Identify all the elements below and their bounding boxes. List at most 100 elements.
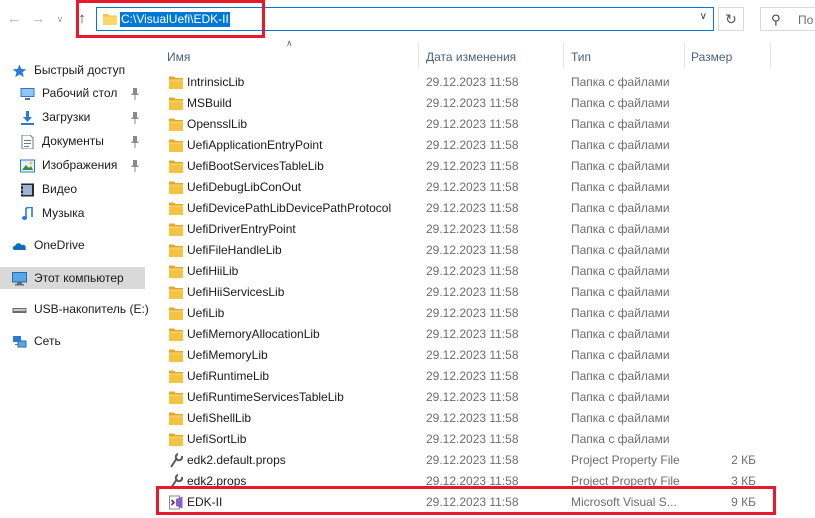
file-date: 29.12.2023 11:58 — [426, 222, 519, 236]
column-divider[interactable] — [684, 42, 685, 68]
folder-icon — [169, 285, 183, 300]
refresh-button[interactable]: ↻ — [718, 7, 744, 31]
folder-row[interactable]: UefiRuntimeServicesTableLib 29.12.2023 11… — [158, 387, 758, 408]
file-size: 9 КБ — [731, 495, 756, 509]
video-icon — [20, 182, 35, 197]
folder-row[interactable]: UefiDriverEntryPoint 29.12.2023 11:58 Папк… — [158, 219, 758, 240]
folder-icon — [169, 222, 183, 237]
sidebar-item-onedrive[interactable]: OneDrive — [0, 234, 145, 256]
file-type: Папка с файлами — [571, 411, 670, 425]
sidebar-item-загрузки[interactable]: Загрузки — [0, 106, 145, 128]
folder-row[interactable]: UefiBootServicesTableLib 29.12.2023 11:58… — [158, 156, 758, 177]
sidebar-item-музыка[interactable]: Музыка — [0, 202, 145, 224]
up-button[interactable]: ↑ — [72, 9, 92, 29]
folder-row[interactable]: UefiRuntimeLib 29.12.2023 11:58 Папка с фа… — [158, 366, 758, 387]
file-row[interactable]: EDK-II 29.12.2023 11:58 Microsoft Visual S… — [158, 492, 758, 513]
file-date: 29.12.2023 11:58 — [426, 201, 519, 215]
address-path[interactable]: C:\VisualUefi\EDK-II — [120, 12, 230, 27]
sidebar-item-label: Этот компьютер — [34, 271, 124, 285]
column-divider[interactable] — [418, 42, 419, 68]
sidebar-scrollbar[interactable] — [148, 38, 154, 518]
file-name: EDK-II — [187, 495, 223, 509]
folder-row[interactable]: IntrinsicLib 29.12.2023 11:58 Папка с файл… — [158, 72, 758, 93]
file-name: UefiDriverEntryPoint — [187, 222, 296, 236]
folder-row[interactable]: MSBuild 29.12.2023 11:58 Папка с файлами — [158, 93, 758, 114]
file-date: 29.12.2023 11:58 — [426, 180, 519, 194]
folder-row[interactable]: UefiHiiLib 29.12.2023 11:58 Папка с файлам… — [158, 261, 758, 282]
folder-icon — [169, 201, 183, 216]
file-type: Project Property File — [571, 474, 680, 488]
file-list: ∧ Имя Дата изменения Тип Размер Intrinsi… — [158, 38, 815, 518]
sidebar-item-сеть[interactable]: Сеть — [0, 330, 145, 352]
folder-icon — [169, 327, 183, 342]
sidebar-item-этот-компьютер[interactable]: Этот компьютер — [0, 267, 145, 289]
recent-locations-button[interactable]: ∨ — [50, 9, 70, 29]
sidebar-item-label: OneDrive — [34, 238, 85, 252]
folder-row[interactable]: UefiLib 29.12.2023 11:58 Папка с файлами — [158, 303, 758, 324]
back-button[interactable]: ← — [4, 9, 24, 29]
file-date: 29.12.2023 11:58 — [426, 474, 519, 488]
column-header-name[interactable]: Имя — [167, 46, 190, 68]
file-date: 29.12.2023 11:58 — [426, 327, 519, 341]
file-name: UefiMemoryLib — [187, 348, 268, 362]
sidebar-item-рабочий-стол[interactable]: Рабочий стол — [0, 82, 145, 104]
sidebar-item-label: Быстрый доступ — [34, 63, 126, 77]
file-date: 29.12.2023 11:58 — [426, 138, 519, 152]
sidebar-item-документы[interactable]: Документы — [0, 130, 145, 152]
folder-icon — [169, 432, 183, 447]
folder-row[interactable]: UefiMemoryAllocationLib 29.12.2023 11:58 П… — [158, 324, 758, 345]
music-icon — [20, 206, 35, 220]
file-name: UefiDebugLibConOut — [187, 180, 302, 194]
file-date: 29.12.2023 11:58 — [426, 117, 519, 131]
file-name: UefiApplicationEntryPoint — [187, 138, 323, 152]
search-input[interactable]: ⚲ По — [760, 7, 815, 31]
column-header-date[interactable]: Дата изменения — [426, 46, 516, 68]
file-type: Папка с файлами — [571, 432, 670, 446]
folder-row[interactable]: UefiMemoryLib 29.12.2023 11:58 Папка с фай… — [158, 345, 758, 366]
file-size: 2 КБ — [731, 453, 756, 467]
sidebar-item-label: Изображения — [42, 158, 118, 172]
folder-row[interactable]: UefiHiiServicesLib 29.12.2023 11:58 Папка … — [158, 282, 758, 303]
folder-icon — [169, 180, 183, 195]
sidebar-item-usb-накопитель-e[interactable]: USB-накопитель (E:) — [0, 298, 149, 320]
address-bar[interactable]: C:\VisualUefi\EDK-II ∨ — [96, 7, 714, 31]
file-name: UefiRuntimeLib — [187, 369, 270, 383]
file-row[interactable]: edk2.props 29.12.2023 11:58 Project Proper… — [158, 471, 758, 492]
folder-row[interactable]: UefiFileHandleLib 29.12.2023 11:58 Папка с… — [158, 240, 758, 261]
column-header-type[interactable]: Тип — [571, 46, 591, 68]
sidebar-item-изображения[interactable]: Изображения — [0, 154, 145, 176]
file-date: 29.12.2023 11:58 — [426, 411, 519, 425]
folder-row[interactable]: UefiSortLib 29.12.2023 11:58 Папка с файла… — [158, 429, 758, 450]
pin-icon — [130, 134, 140, 156]
folder-row[interactable]: UefiDevicePathLibDevicePathProtocol 29.12… — [158, 198, 758, 219]
pin-icon — [130, 86, 140, 108]
file-type: Папка с файлами — [571, 264, 670, 278]
folder-row[interactable]: UefiDebugLibConOut 29.12.2023 11:58 Папка … — [158, 177, 758, 198]
file-type: Папка с файлами — [571, 180, 670, 194]
sidebar-item-видео[interactable]: Видео — [0, 178, 145, 200]
sidebar-item-label: Сеть — [34, 334, 61, 348]
file-row[interactable]: edk2.default.props 29.12.2023 11:58 Projec… — [158, 450, 758, 471]
chevron-down-icon[interactable]: ∨ — [700, 11, 707, 22]
column-divider[interactable] — [563, 42, 564, 68]
column-header-size[interactable]: Размер — [691, 46, 732, 68]
pictures-icon — [20, 158, 35, 173]
file-date: 29.12.2023 11:58 — [426, 390, 519, 404]
sidebar-item-быстрый-доступ[interactable]: Быстрый доступ — [0, 59, 145, 81]
file-type: Папка с файлами — [571, 306, 670, 320]
file-date: 29.12.2023 11:58 — [426, 243, 519, 257]
column-divider[interactable] — [770, 42, 771, 68]
file-size: 3 КБ — [731, 474, 756, 488]
forward-button[interactable]: → — [28, 9, 48, 29]
folder-row[interactable]: OpensslLib 29.12.2023 11:58 Папка с файлам… — [158, 114, 758, 135]
folder-row[interactable]: UefiApplicationEntryPoint 29.12.2023 11:5… — [158, 135, 758, 156]
file-type: Папка с файлами — [571, 222, 670, 236]
file-name: UefiRuntimeServicesTableLib — [187, 390, 344, 404]
folder-icon — [169, 348, 183, 363]
file-type: Папка с файлами — [571, 201, 670, 215]
navigation-pane: Быстрый доступ Рабочий стол Загрузки Докуме… — [0, 44, 149, 518]
folder-row[interactable]: UefiShellLib 29.12.2023 11:58 Папка с файл… — [158, 408, 758, 429]
file-type: Папка с файлами — [571, 96, 670, 110]
file-name: UefiLib — [187, 306, 225, 320]
folder-icon — [169, 264, 183, 279]
